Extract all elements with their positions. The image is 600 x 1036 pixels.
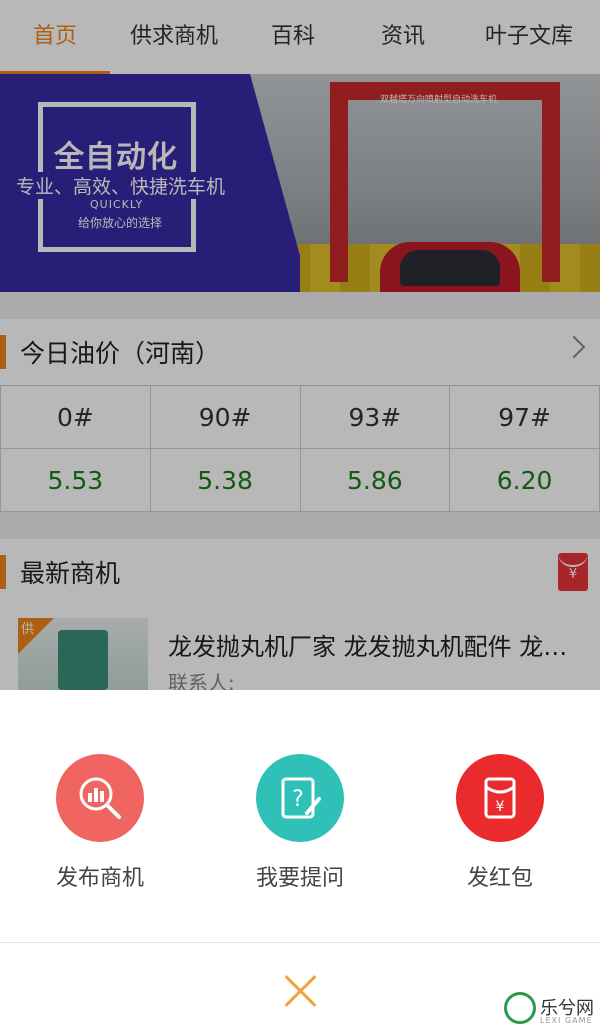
ask-label: 我要提问 bbox=[255, 866, 344, 891]
ask-question-button[interactable]: ? 我要提问 bbox=[220, 754, 380, 892]
red-envelope-circle: ¥ bbox=[456, 754, 544, 842]
svg-text:¥: ¥ bbox=[496, 799, 505, 815]
svg-text:?: ? bbox=[292, 787, 304, 812]
question-edit-icon: ? bbox=[281, 777, 321, 819]
red-envelope-label: 发红包 bbox=[466, 866, 533, 891]
send-red-envelope-button[interactable]: ¥ 发红包 bbox=[420, 754, 580, 892]
magnifier-chart-icon bbox=[79, 777, 121, 819]
watermark-sub: LEXI GAME bbox=[540, 1016, 593, 1025]
sheet-divider bbox=[0, 942, 600, 943]
leaf-logo-icon bbox=[504, 992, 536, 1024]
red-envelope-icon: ¥ bbox=[484, 777, 516, 819]
ask-circle: ? bbox=[256, 754, 344, 842]
publish-circle bbox=[56, 754, 144, 842]
publish-label: 发布商机 bbox=[55, 866, 144, 891]
publish-opportunity-button[interactable]: 发布商机 bbox=[20, 754, 180, 892]
close-icon[interactable] bbox=[282, 972, 318, 1008]
modal-overlay[interactable] bbox=[0, 0, 600, 690]
watermark: 乐兮网 LEXI GAME bbox=[500, 990, 600, 1036]
action-sheet: 发布商机 ? 我要提问 ¥ 发红包 bbox=[0, 690, 600, 1036]
